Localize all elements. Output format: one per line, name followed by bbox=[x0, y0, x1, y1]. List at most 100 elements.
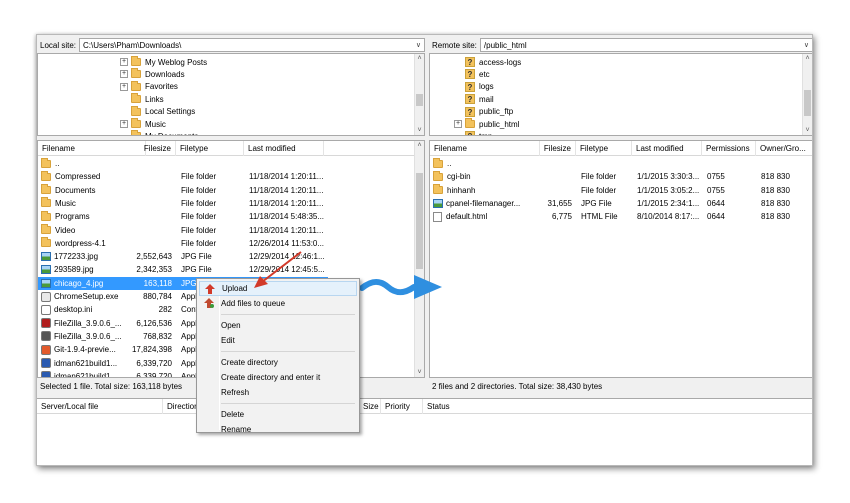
chevron-down-icon[interactable]: ∨ bbox=[804, 41, 809, 49]
expand-icon[interactable]: + bbox=[120, 70, 128, 79]
cell-filesize bbox=[146, 157, 176, 170]
scroll-down-icon[interactable]: ˅ bbox=[415, 368, 424, 377]
tree-item[interactable]: Links bbox=[120, 93, 164, 105]
menu-item-delete[interactable]: Delete bbox=[199, 407, 357, 422]
tree-item-label: logs bbox=[479, 82, 494, 92]
folder-icon bbox=[465, 118, 475, 128]
scroll-up-icon[interactable]: ˄ bbox=[803, 54, 812, 63]
table-row[interactable]: hinhanh File folder 1/1/2015 3:05:2... 0755… bbox=[430, 184, 812, 197]
column-size[interactable]: Size bbox=[359, 399, 381, 414]
expand-icon[interactable]: + bbox=[454, 120, 462, 128]
table-row[interactable]: wordpress-4.1 File folder 12/26/2014 11:53… bbox=[38, 237, 414, 250]
column-filename[interactable]: Filename bbox=[430, 141, 540, 156]
tree-item[interactable]: + Music bbox=[120, 118, 166, 130]
column-filesize[interactable]: Filesize bbox=[540, 141, 576, 156]
table-row[interactable]: Documents File folder 11/18/2014 1:20:11..… bbox=[38, 184, 414, 197]
cell-filesize bbox=[146, 184, 176, 197]
cell-permissions: 0644 bbox=[704, 210, 756, 223]
cell-filetype: File folder bbox=[578, 184, 632, 197]
table-row[interactable]: 1772233.jpg 2,552,643 JPG File 12/29/2014 1… bbox=[38, 250, 414, 263]
menu-item-rename[interactable]: Rename bbox=[199, 422, 357, 437]
tree-item[interactable]: Local Settings bbox=[120, 105, 195, 118]
cell-filetype: JPG File bbox=[178, 263, 244, 276]
menu-item-refresh[interactable]: Refresh bbox=[199, 385, 357, 400]
column-last-modified[interactable]: Last modified bbox=[244, 141, 324, 156]
transfer-queue[interactable]: Server/Local file Direction Size Priorit… bbox=[37, 398, 812, 465]
chevron-down-icon[interactable]: ∨ bbox=[416, 41, 421, 49]
file-size: 880,784 bbox=[143, 292, 172, 301]
tree-item[interactable]: ? access-logs bbox=[454, 56, 521, 68]
tree-item[interactable]: ? tmp bbox=[454, 130, 492, 135]
table-row[interactable]: Programs File folder 11/18/2014 5:48:35... bbox=[38, 210, 414, 223]
table-row[interactable]: 293589.jpg 2,342,353 JPG File 12/29/2014 12… bbox=[38, 263, 414, 276]
file-size: 2,552,643 bbox=[136, 252, 172, 262]
tree-item[interactable]: + My Weblog Posts bbox=[120, 56, 207, 68]
table-row[interactable]: Music File folder 11/18/2014 1:20:11... bbox=[38, 197, 414, 210]
table-row[interactable]: cgi-bin File folder 1/1/2015 3:30:3... 0755… bbox=[430, 170, 812, 183]
column-priority[interactable]: Priority bbox=[381, 399, 423, 414]
tree-item[interactable]: + Favorites bbox=[120, 80, 178, 93]
folder-icon bbox=[41, 210, 51, 221]
table-row[interactable]: default.html 6,775 HTML File 8/10/2014 8:17… bbox=[430, 210, 812, 223]
remote-file-list[interactable]: Filename Filesize Filetype Last modified… bbox=[429, 140, 812, 378]
pointer-arrow-icon bbox=[254, 251, 302, 288]
column-owner-group[interactable]: Owner/Gro... bbox=[756, 141, 812, 156]
expand-icon[interactable]: + bbox=[120, 82, 128, 91]
remote-directory-tree[interactable]: ˄ ˅ ? access-logs? etc? logs? mail ? public_ft… bbox=[429, 53, 812, 136]
scroll-thumb[interactable] bbox=[804, 90, 811, 116]
remote-site-label: Remote site: bbox=[432, 40, 477, 50]
tree-item[interactable]: + Downloads bbox=[120, 68, 185, 80]
file-type: Appl bbox=[181, 358, 198, 368]
cell-owner-group: 818 830 bbox=[758, 184, 812, 197]
table-row[interactable]: Compressed File folder 11/18/2014 1:20:11.… bbox=[38, 170, 414, 183]
local-directory-tree[interactable]: ˄ ˅ + My Weblog Posts + Downloads + Favorites… bbox=[37, 53, 425, 136]
local-list-scrollbar[interactable]: ˄ ˅ bbox=[414, 141, 424, 377]
tree-item[interactable]: ? etc bbox=[454, 68, 490, 80]
scroll-thumb[interactable] bbox=[416, 94, 423, 106]
expand-icon[interactable]: + bbox=[120, 120, 128, 128]
column-filetype[interactable]: Filetype bbox=[176, 141, 244, 156]
scroll-up-icon[interactable]: ˄ bbox=[415, 54, 424, 63]
column-filename[interactable]: Filename bbox=[38, 141, 146, 156]
local-site-path-text: C:\Users\Pham\Downloads\ bbox=[83, 40, 182, 50]
file-size: 163,118 bbox=[143, 278, 172, 288]
menu-separator bbox=[221, 351, 355, 352]
cell-filetype: HTML File bbox=[578, 210, 632, 223]
cell-filename: 1772233.jpg bbox=[38, 250, 146, 263]
menu-item-edit[interactable]: Edit bbox=[199, 333, 357, 348]
upload-icon bbox=[205, 284, 215, 294]
tree-item[interactable]: ? logs bbox=[454, 81, 494, 93]
column-filetype[interactable]: Filetype bbox=[576, 141, 632, 156]
tree-item[interactable]: + public_html bbox=[454, 118, 519, 130]
local-site-path-input[interactable]: C:\Users\Pham\Downloads\ ∨ bbox=[79, 38, 425, 52]
unknown-folder-icon: ? bbox=[465, 94, 475, 105]
table-row[interactable]: .. bbox=[38, 157, 414, 170]
table-row[interactable]: cpanel-filemanager... 31,655 JPG File 1/1/2… bbox=[430, 197, 812, 210]
tree-item[interactable]: ? mail bbox=[454, 93, 494, 105]
column-last-modified[interactable]: Last modified bbox=[632, 141, 702, 156]
remote-site-path-input[interactable]: /public_html ∨ bbox=[479, 38, 812, 52]
remote-tree-scrollbar[interactable]: ˄ ˅ bbox=[802, 54, 812, 135]
menu-item-open[interactable]: Open bbox=[199, 318, 357, 333]
scroll-thumb[interactable] bbox=[416, 173, 423, 269]
file-type: File folder bbox=[181, 238, 217, 248]
tree-item[interactable]: My Documents bbox=[120, 130, 198, 135]
expand-icon[interactable]: + bbox=[120, 58, 128, 66]
scroll-up-icon[interactable]: ˄ bbox=[415, 141, 424, 150]
scroll-down-icon[interactable]: ˅ bbox=[415, 126, 424, 135]
scroll-down-icon[interactable]: ˅ bbox=[803, 126, 812, 135]
menu-item-create-directory-and-enter-it[interactable]: Create directory and enter it bbox=[199, 370, 357, 385]
table-row[interactable]: Video File folder 11/18/2014 1:20:11... bbox=[38, 224, 414, 237]
cell-filesize bbox=[146, 210, 176, 223]
file-type: File folder bbox=[181, 185, 217, 195]
column-filesize[interactable]: Filesize bbox=[144, 141, 176, 156]
table-row[interactable]: .. bbox=[430, 157, 812, 170]
column-permissions[interactable]: Permissions bbox=[702, 141, 756, 156]
tree-item[interactable]: ? public_ftp bbox=[454, 106, 513, 118]
column-status[interactable]: Status bbox=[423, 399, 523, 414]
menu-item-add-files-to-queue[interactable]: Add files to queue bbox=[199, 296, 357, 311]
menu-item-create-directory[interactable]: Create directory bbox=[199, 355, 357, 370]
column-server-local-file[interactable]: Server/Local file bbox=[37, 399, 163, 414]
local-tree-scrollbar[interactable]: ˄ ˅ bbox=[414, 54, 424, 135]
tree-item-label: mail bbox=[479, 94, 494, 104]
